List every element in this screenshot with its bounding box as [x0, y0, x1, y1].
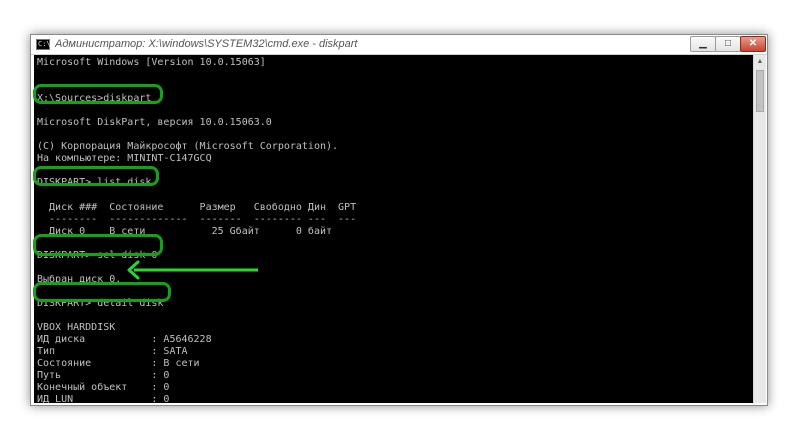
window-title: Администратор: X:\windows\SYSTEM32\cmd.e… — [55, 38, 358, 50]
console-line: Microsoft DiskPart, версия 10.0.15063.0 — [37, 117, 272, 129]
highlight-sel-disk-command — [33, 234, 163, 256]
highlight-diskpart-command — [33, 84, 163, 104]
console-text: Microsoft Windows [Version 10.0.15063] X:… — [37, 57, 380, 403]
console-line: (C) Корпорация Майкрософт (Microsoft Cor… — [37, 141, 339, 153]
scroll-thumb[interactable] — [756, 70, 764, 112]
console-line: Путь : 0 — [37, 370, 170, 382]
title-bar[interactable]: C:\ Администратор: X:\windows\SYSTEM32\c… — [31, 35, 767, 55]
maximize-button[interactable]: □ — [715, 36, 741, 52]
scroll-up-icon[interactable]: ▲ — [754, 55, 766, 68]
console-line: Состояние : В сети — [37, 358, 200, 370]
console-line: Microsoft Windows [Version 10.0.15063] — [37, 57, 266, 68]
console-output[interactable]: Microsoft Windows [Version 10.0.15063] X:… — [34, 55, 753, 403]
close-button[interactable]: ✕ — [740, 36, 766, 52]
console-line: ИД LUN : 0 — [37, 394, 170, 403]
minimize-button[interactable]: ▁ — [690, 36, 716, 52]
console-line: Тип : SATA — [37, 346, 188, 358]
annotation-arrow-icon — [127, 260, 258, 280]
console-line: На компьютере: MININT-C147GCQ — [37, 153, 212, 165]
console-line: VBOX HARDDISK — [37, 322, 116, 334]
cmd-app-icon: C:\ — [36, 39, 51, 50]
console-line: ИД диска : A5646228 — [37, 334, 212, 346]
console-line: Диск ### Состояние Размер Свободно Дин G… — [37, 201, 357, 213]
highlight-detail-disk-command — [33, 282, 171, 302]
console-line: Конечный объект : 0 — [37, 382, 170, 394]
console-line: -------- ------------- ------- -------- … — [37, 213, 357, 225]
vertical-scrollbar[interactable]: ▲ — [753, 55, 766, 403]
highlight-list-disk-command — [33, 166, 159, 186]
